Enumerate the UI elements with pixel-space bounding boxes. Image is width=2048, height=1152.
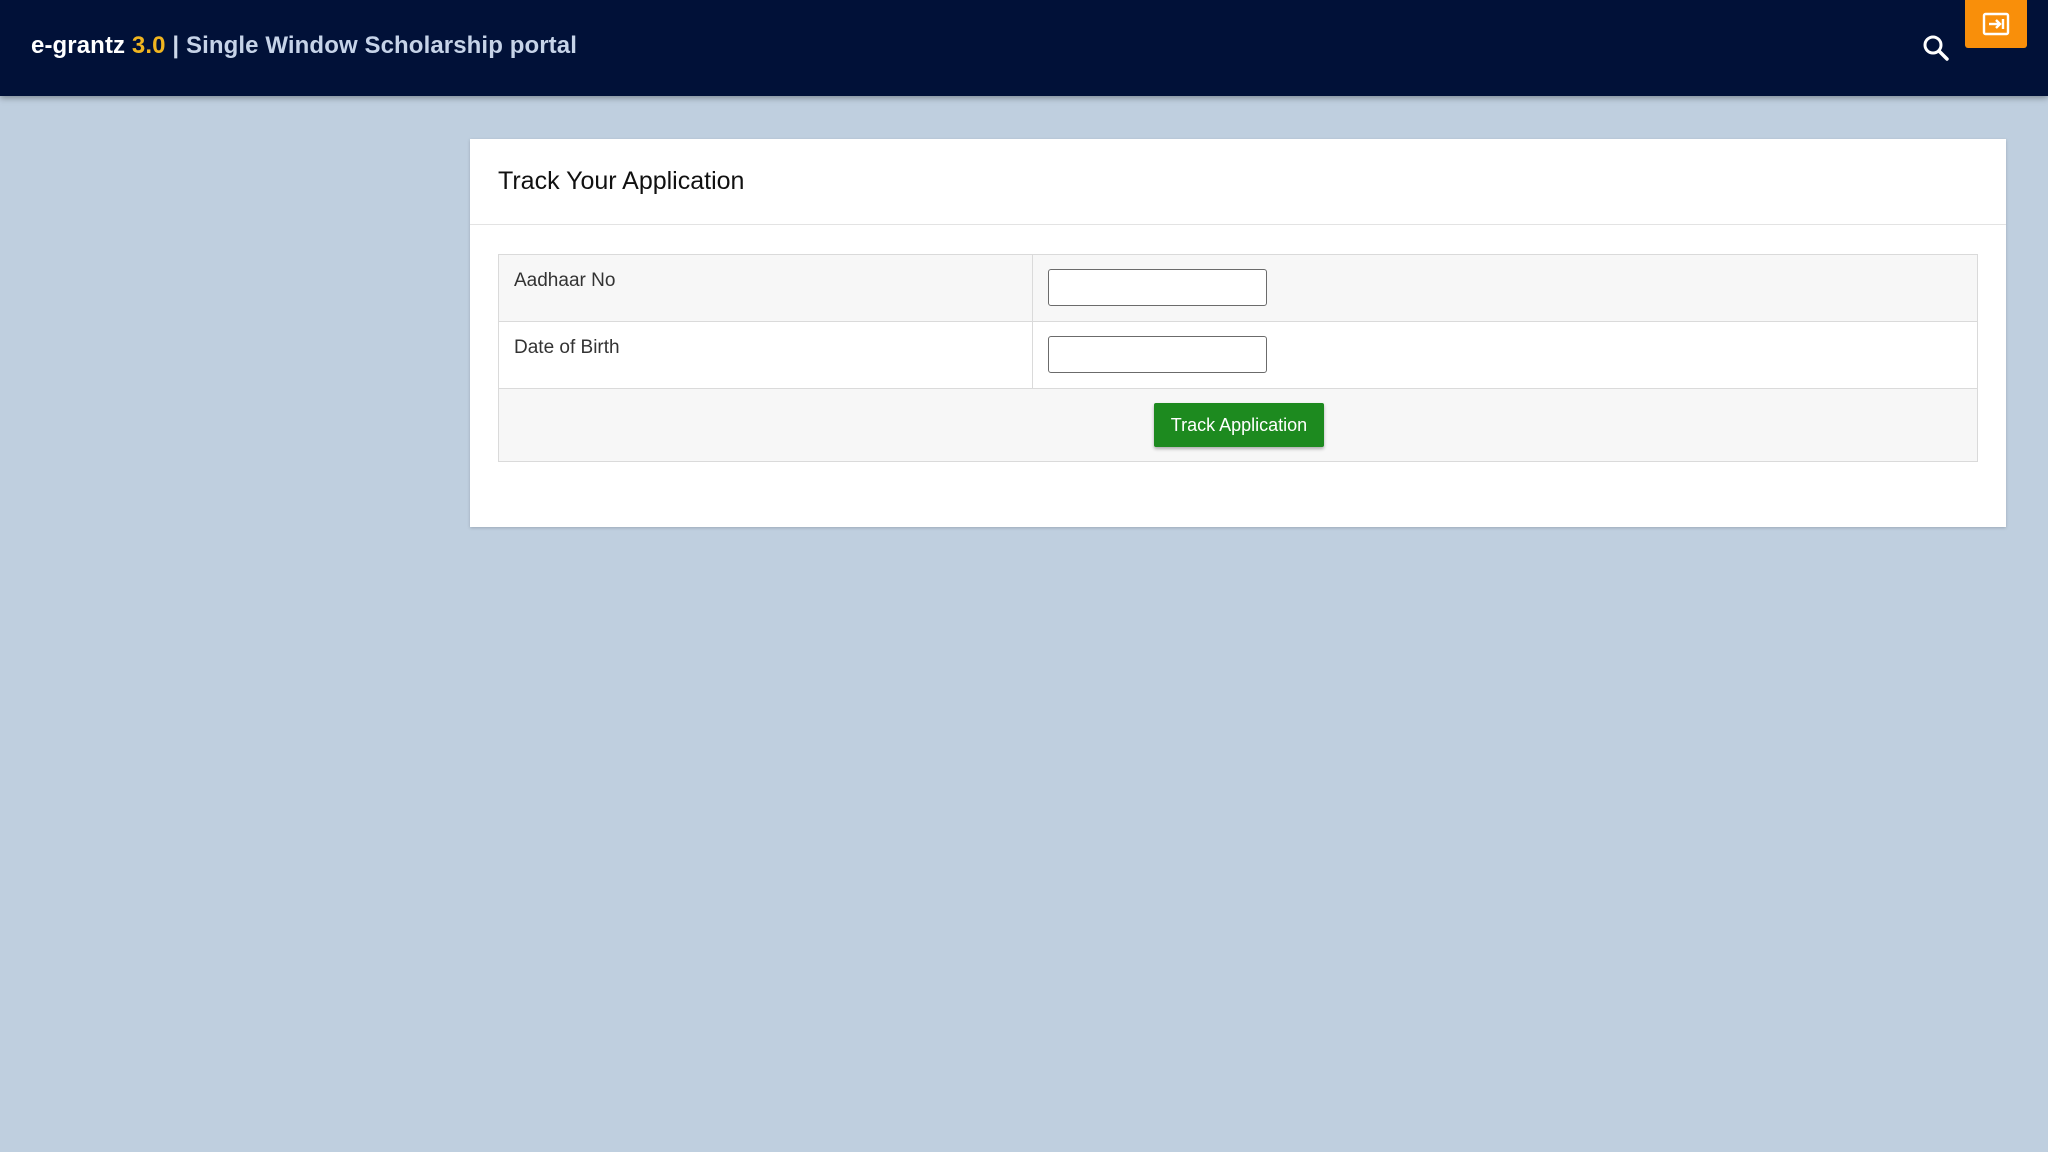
dob-label: Date of Birth: [498, 321, 1033, 389]
app-name: e-grantz: [31, 32, 126, 59]
action-row: Track Application: [498, 388, 1978, 462]
brand-title[interactable]: e-grantz 3.0 | Single Window Scholarship…: [31, 30, 577, 62]
title-separator: |: [172, 32, 180, 59]
app-version: 3.0: [131, 32, 166, 59]
aadhaar-row: Aadhaar No: [498, 254, 1978, 322]
dob-input-cell: [1032, 321, 1978, 389]
aadhaar-label: Aadhaar No: [498, 254, 1033, 322]
logout-icon: [1982, 12, 2010, 36]
search-button[interactable]: [1920, 32, 1952, 64]
aadhaar-input[interactable]: [1048, 269, 1267, 306]
card-title: Track Your Application: [498, 167, 745, 195]
search-icon: [1923, 35, 1949, 61]
card-header: Track Your Application: [470, 139, 2006, 225]
dob-row: Date of Birth: [498, 321, 1978, 389]
track-application-card: Track Your Application Aadhaar No Date o…: [470, 139, 2006, 527]
track-form-table: Aadhaar No Date of Birth Track Applicati…: [498, 254, 1978, 462]
aadhaar-input-cell: [1032, 254, 1978, 322]
top-navbar: e-grantz 3.0 | Single Window Scholarship…: [0, 0, 2048, 96]
track-application-button[interactable]: Track Application: [1153, 403, 1325, 447]
action-cell: Track Application: [498, 388, 1978, 462]
logout-button[interactable]: [1965, 0, 2027, 48]
dob-input[interactable]: [1048, 336, 1267, 373]
portal-subtitle: Single Window Scholarship portal: [185, 32, 577, 59]
